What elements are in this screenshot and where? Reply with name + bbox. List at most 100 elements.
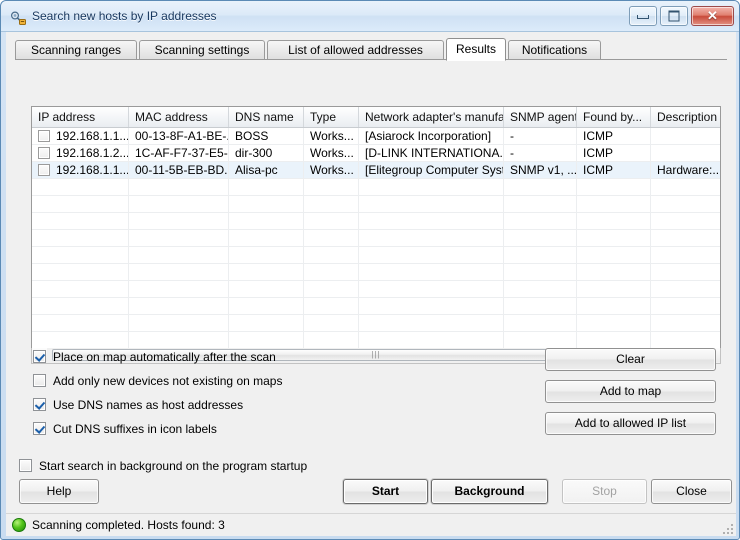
cell-empty (577, 264, 651, 280)
cell-empty (577, 247, 651, 263)
cell-empty (651, 230, 720, 246)
option-label: Add only new devices not existing on map… (53, 374, 283, 388)
tab-notifications[interactable]: Notifications (508, 40, 601, 60)
cell-empty (504, 213, 577, 229)
cell-empty (129, 179, 229, 195)
table-row-empty[interactable] (32, 264, 720, 281)
cell-empty (304, 332, 359, 348)
option-label: Start search in background on the progra… (39, 459, 308, 473)
column-header-found-by[interactable]: Found by... (577, 107, 651, 127)
column-header-nic-manufacturer[interactable]: Network adapter's manufa... (359, 107, 504, 127)
cell-empty (359, 264, 504, 280)
cell-empty (229, 281, 304, 297)
close-dialog-button[interactable]: Close (651, 479, 732, 504)
cell-empty (359, 281, 504, 297)
maximize-button[interactable] (660, 6, 688, 26)
cell-empty (32, 332, 129, 348)
cell-mac-address: 00-11-5B-EB-BD... (129, 162, 229, 178)
cell-empty (304, 281, 359, 297)
cell-empty (651, 315, 720, 331)
cell-empty (359, 230, 504, 246)
table-row[interactable]: 192.168.1.1... 00-13-8F-A1-BE-... BOSS W… (32, 128, 720, 145)
cell-empty (577, 230, 651, 246)
column-header-snmp-agent[interactable]: SNMP agent (504, 107, 577, 127)
cell-empty (651, 213, 720, 229)
column-header-description[interactable]: Description (651, 107, 720, 127)
cell-empty (32, 230, 129, 246)
table-row-empty[interactable] (32, 196, 720, 213)
table-body: 192.168.1.1... 00-13-8F-A1-BE-... BOSS W… (32, 128, 720, 349)
cell-empty (577, 281, 651, 297)
table-row-empty[interactable] (32, 298, 720, 315)
cell-empty (32, 298, 129, 314)
column-header-mac-address[interactable]: MAC address (129, 107, 229, 127)
cell-empty (129, 298, 229, 314)
table-row[interactable]: 192.168.1.1... 00-11-5B-EB-BD... Alisa-p… (32, 162, 720, 179)
start-button[interactable]: Start (343, 479, 428, 504)
option-label: Place on map automatically after the sca… (53, 350, 276, 364)
results-table[interactable]: IP address MAC address DNS name Type Net… (31, 106, 721, 364)
column-header-type[interactable]: Type (304, 107, 359, 127)
option-label: Cut DNS suffixes in icon labels (53, 422, 217, 436)
cell-empty (32, 281, 129, 297)
dialog-client-area: Scanning ranges Scanning settings List o… (6, 32, 736, 536)
cell-empty (129, 332, 229, 348)
cell-dns-name: Alisa-pc (229, 162, 304, 178)
cell-empty (651, 179, 720, 195)
tab-underline (15, 59, 727, 60)
checkbox-place-on-map-automatically[interactable] (33, 350, 46, 363)
close-button[interactable]: ✕ (691, 6, 734, 26)
cell-empty (577, 213, 651, 229)
resize-grip-icon[interactable] (721, 522, 733, 534)
cell-mac-address: 00-13-8F-A1-BE-... (129, 128, 229, 144)
cell-nic-manufacturer: [Elitegroup Computer Syst... (359, 162, 504, 178)
table-row-empty[interactable] (32, 230, 720, 247)
cell-empty (504, 264, 577, 280)
cell-empty (304, 179, 359, 195)
minimize-icon (637, 14, 649, 19)
table-row-empty[interactable] (32, 179, 720, 196)
scrollbar-grip: ||| (371, 350, 381, 359)
clear-button[interactable]: Clear (545, 348, 716, 371)
checkbox-start-search-in-background[interactable] (19, 459, 32, 472)
tab-scanning-settings[interactable]: Scanning settings (139, 40, 265, 60)
cell-empty (359, 315, 504, 331)
cell-type: Works... (304, 145, 359, 161)
cell-description (651, 145, 720, 161)
status-bar: Scanning completed. Hosts found: 3 (6, 513, 736, 536)
checkbox-add-only-new-devices[interactable] (33, 374, 46, 387)
dialog-window: Search new hosts by IP addresses ✕ Scann… (0, 0, 740, 540)
tab-scanning-ranges[interactable]: Scanning ranges (15, 40, 137, 60)
column-header-ip-address[interactable]: IP address (32, 107, 129, 127)
help-button[interactable]: Help (19, 479, 99, 504)
cell-empty (304, 196, 359, 212)
cell-ip-address: 192.168.1.2... (32, 145, 129, 161)
minimize-button[interactable] (629, 6, 657, 26)
cell-empty (304, 264, 359, 280)
cell-empty (229, 230, 304, 246)
background-button[interactable]: Background (431, 479, 548, 504)
cell-dns-name: dir-300 (229, 145, 304, 161)
cell-empty (577, 298, 651, 314)
add-to-allowed-ip-list-button[interactable]: Add to allowed IP list (545, 412, 716, 435)
table-row-empty[interactable] (32, 315, 720, 332)
cell-ip-address: 192.168.1.1... (32, 162, 129, 178)
tab-results[interactable]: Results (446, 38, 506, 61)
table-row[interactable]: 192.168.1.2... 1C-AF-F7-37-E5-... dir-30… (32, 145, 720, 162)
cell-empty (229, 332, 304, 348)
column-header-dns-name[interactable]: DNS name (229, 107, 304, 127)
cell-empty (32, 179, 129, 195)
cell-empty (504, 196, 577, 212)
cell-empty (129, 196, 229, 212)
add-to-map-button[interactable]: Add to map (545, 380, 716, 403)
checkbox-cut-dns-suffixes[interactable] (33, 422, 46, 435)
table-row-empty[interactable] (32, 213, 720, 230)
table-row-empty[interactable] (32, 332, 720, 349)
checkbox-use-dns-names[interactable] (33, 398, 46, 411)
cell-empty (504, 179, 577, 195)
tab-list-of-allowed-addresses[interactable]: List of allowed addresses (267, 40, 444, 60)
cell-empty (129, 247, 229, 263)
table-row-empty[interactable] (32, 247, 720, 264)
table-row-empty[interactable] (32, 281, 720, 298)
cell-empty (229, 247, 304, 263)
